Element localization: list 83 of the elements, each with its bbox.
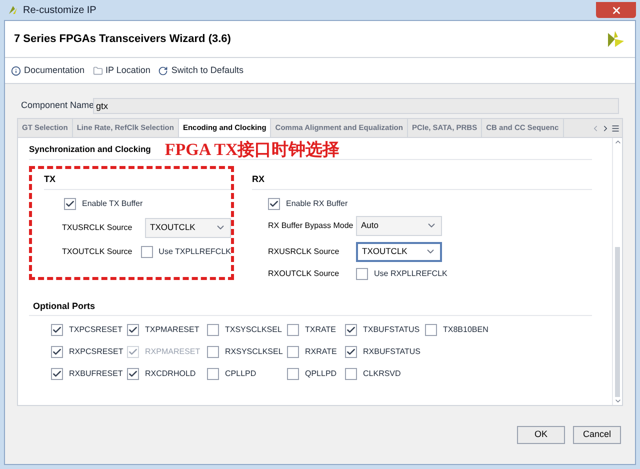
check-icon: [128, 369, 138, 379]
checkbox-label: CLKRSVD: [363, 368, 401, 380]
toolbar-button[interactable]: IP Location: [92, 64, 150, 78]
menu-icon[interactable]: [611, 124, 620, 132]
checkbox-label: RXRATE: [305, 346, 337, 358]
checkbox[interactable]: [345, 324, 357, 336]
checkbox[interactable]: [287, 346, 299, 358]
checkbox[interactable]: [64, 198, 76, 210]
checkbox[interactable]: [287, 324, 299, 336]
window-title: Re-customize IP: [23, 4, 96, 18]
checkbox-label: Enable RX Buffer: [286, 198, 348, 210]
section-title: Synchronization and Clocking: [29, 143, 151, 156]
checkbox-label: RXPMARESET: [145, 346, 200, 358]
checkbox[interactable]: [51, 368, 63, 380]
scroll-right-icon[interactable]: [601, 124, 610, 132]
check-icon: [128, 325, 138, 335]
checkbox-label: TXRATE: [305, 324, 336, 336]
checkbox[interactable]: [356, 268, 368, 280]
checkbox-label: Use TXPLLREFCLK: [158, 246, 231, 258]
check-icon: [65, 198, 75, 208]
toolbar-button[interactable]: Switch to Defaults: [158, 64, 244, 78]
checkbox-label: Use RXPLLREFCLK: [374, 268, 448, 280]
close-icon: [610, 4, 622, 16]
scrollbar[interactable]: [612, 138, 622, 405]
group-title: TX: [44, 173, 57, 186]
field-label: TXUSRCLK Source: [62, 222, 134, 234]
scroll-up-icon[interactable]: [614, 138, 622, 146]
checkbox[interactable]: [207, 368, 219, 380]
field-label: RX Buffer Bypass Mode: [268, 220, 354, 232]
checkbox-label: RXCDRHOLD: [145, 368, 196, 380]
scrollbar-thumb[interactable]: [615, 247, 620, 397]
checkbox-label: RXPCSRESET: [69, 346, 124, 358]
check-icon: [128, 347, 138, 357]
checkbox[interactable]: [287, 368, 299, 380]
dialog-button[interactable]: OK: [517, 426, 565, 444]
checkbox-label: TX8B10BEN: [443, 324, 488, 336]
checkbox[interactable]: [345, 346, 357, 358]
close-button[interactable]: [596, 2, 636, 18]
checkbox-label: RXBUFRESET: [69, 368, 123, 380]
component-name-field[interactable]: gtx: [93, 98, 619, 114]
annotation-text: FPGA TX接口时钟选择: [164, 141, 340, 159]
check-icon: [269, 198, 279, 208]
checkbox-label: QPLLPD: [305, 368, 337, 380]
wizard-title: 7 Series FPGAs Transceivers Wizard (3.6): [14, 32, 231, 47]
group-title: Optional Ports: [33, 300, 96, 313]
dropdown[interactable]: Auto: [356, 216, 442, 236]
group-title: RX: [252, 173, 266, 186]
checkbox[interactable]: [345, 368, 357, 380]
checkbox-label: TXSYSCLKSEL: [225, 324, 282, 336]
logo-icon: [606, 29, 626, 49]
checkbox-label: RXSYSCLKSEL: [225, 346, 283, 358]
check-icon: [52, 347, 62, 357]
checkbox-label: CPLLPD: [225, 368, 256, 380]
checkbox[interactable]: [268, 198, 280, 210]
field-label: RXOUTCLK Source: [268, 268, 340, 280]
checkbox[interactable]: [51, 324, 63, 336]
checkbox-label: TXBUFSTATUS: [363, 324, 420, 336]
check-icon: [346, 347, 356, 357]
checkbox-label: TXPMARESET: [145, 324, 200, 336]
checkbox[interactable]: [51, 346, 63, 358]
checkbox[interactable]: [207, 324, 219, 336]
check-icon: [52, 369, 62, 379]
checkbox[interactable]: [127, 368, 139, 380]
refresh-icon: [158, 66, 168, 76]
checkbox[interactable]: [127, 324, 139, 336]
checkbox-label: Enable TX Buffer: [82, 198, 143, 210]
app-logo-icon: [8, 5, 18, 15]
dropdown[interactable]: TXOUTCLK: [356, 242, 442, 262]
scroll-down-icon[interactable]: [614, 397, 622, 405]
check-icon: [346, 325, 356, 335]
checkbox[interactable]: [207, 346, 219, 358]
checkbox[interactable]: [140, 246, 153, 258]
field-label: TXOUTCLK Source: [62, 246, 134, 258]
dialog-button[interactable]: Cancel: [573, 426, 621, 444]
checkbox[interactable]: [425, 324, 437, 336]
dropdown[interactable]: TXOUTCLK: [145, 218, 231, 238]
info-icon: [11, 66, 21, 76]
checkbox-label: TXPCSRESET: [69, 324, 122, 336]
checkbox-label: RXBUFSTATUS: [363, 346, 420, 358]
folder-icon: [92, 66, 103, 76]
toolbar-button[interactable]: Documentation: [11, 64, 85, 78]
check-icon: [52, 325, 62, 335]
field-label: RXUSRCLK Source: [268, 246, 340, 258]
